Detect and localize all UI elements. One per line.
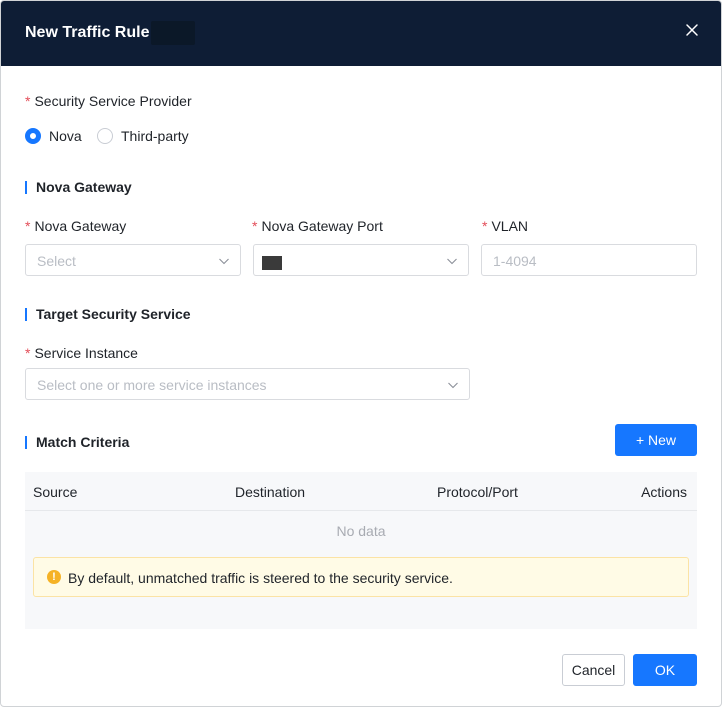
required-mark: * bbox=[252, 218, 258, 234]
column-actions: Actions bbox=[641, 484, 687, 500]
column-source: Source bbox=[33, 484, 78, 500]
section-nova-gateway: Nova Gateway bbox=[25, 178, 132, 196]
section-match-criteria: Match Criteria bbox=[25, 433, 129, 451]
port-label-text: Nova Gateway Port bbox=[261, 218, 383, 234]
section-accent-bar bbox=[25, 181, 27, 194]
provider-label: * Security Service Provider bbox=[25, 92, 192, 110]
notice-text: By default, unmatched traffic is steered… bbox=[68, 570, 453, 586]
service-instance-select[interactable]: Select one or more service instances bbox=[25, 368, 470, 400]
dialog-title: New Traffic Rule bbox=[25, 24, 150, 41]
vlan-input-placeholder: 1-4094 bbox=[493, 253, 537, 269]
radio-third-party-label: Third-party bbox=[121, 128, 189, 144]
dialog-header: New Traffic Rule bbox=[1, 1, 721, 66]
chevron-down-icon bbox=[447, 258, 457, 265]
port-select[interactable] bbox=[253, 244, 469, 276]
vlan-input[interactable]: 1-4094 bbox=[481, 244, 697, 276]
required-mark: * bbox=[482, 218, 488, 234]
port-label: * Nova Gateway Port bbox=[252, 217, 383, 235]
default-traffic-notice: ! By default, unmatched traffic is steer… bbox=[33, 557, 689, 597]
section-accent-bar bbox=[25, 436, 27, 449]
section-match-title: Match Criteria bbox=[36, 434, 130, 450]
column-protocol-port: Protocol/Port bbox=[437, 484, 518, 500]
column-destination: Destination bbox=[235, 484, 306, 500]
section-accent-bar bbox=[25, 308, 27, 321]
match-criteria-table: Source Destination Protocol/Port Actions… bbox=[25, 472, 697, 629]
close-icon bbox=[686, 24, 698, 36]
section-target-title: Target Security Service bbox=[36, 306, 191, 322]
port-redacted-value bbox=[262, 256, 282, 270]
section-nova-gateway-title: Nova Gateway bbox=[36, 179, 132, 195]
gateway-label-text: Nova Gateway bbox=[34, 218, 127, 234]
new-traffic-rule-dialog: New Traffic Rule * Security Service Provi… bbox=[0, 0, 722, 707]
vlan-label-text: VLAN bbox=[491, 218, 529, 234]
instance-label-text: Service Instance bbox=[34, 345, 138, 361]
required-mark: * bbox=[25, 93, 31, 109]
radio-nova[interactable]: Nova bbox=[25, 128, 82, 144]
gateway-select-placeholder: Select bbox=[37, 253, 76, 269]
gateway-label: * Nova Gateway bbox=[25, 217, 126, 235]
gateway-select[interactable]: Select bbox=[25, 244, 241, 276]
required-mark: * bbox=[25, 218, 31, 234]
required-mark: * bbox=[25, 345, 31, 361]
radio-third-party[interactable]: Third-party bbox=[97, 128, 189, 144]
redaction-mask bbox=[151, 21, 195, 45]
section-target-security-service: Target Security Service bbox=[25, 305, 191, 323]
radio-checked-icon bbox=[25, 128, 41, 144]
ok-button[interactable]: OK bbox=[633, 654, 697, 686]
empty-state-text: No data bbox=[336, 523, 386, 539]
service-instance-placeholder: Select one or more service instances bbox=[37, 377, 267, 393]
cancel-button[interactable]: Cancel bbox=[562, 654, 625, 686]
radio-unchecked-icon bbox=[97, 128, 113, 144]
provider-label-text: Security Service Provider bbox=[34, 93, 192, 109]
warning-icon: ! bbox=[47, 570, 61, 584]
vlan-label: * VLAN bbox=[482, 217, 528, 235]
radio-nova-label: Nova bbox=[49, 128, 82, 144]
close-button[interactable] bbox=[681, 19, 703, 41]
chevron-down-icon bbox=[448, 382, 458, 389]
table-header: Source Destination Protocol/Port Actions bbox=[25, 472, 697, 511]
chevron-down-icon bbox=[219, 258, 229, 265]
instance-label: * Service Instance bbox=[25, 344, 138, 362]
new-criteria-button[interactable]: + New bbox=[615, 424, 697, 456]
